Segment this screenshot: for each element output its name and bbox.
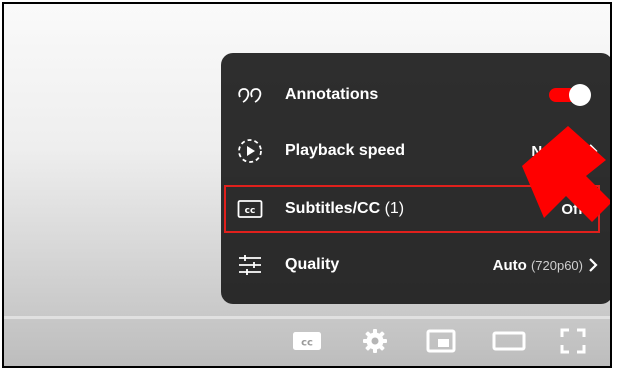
player-frame: Annotations Playback speed Normal cc Sub… [2,2,612,368]
menu-item-annotations[interactable]: Annotations [221,67,610,123]
quality-label: Quality [285,256,340,273]
theater-mode-icon [492,331,526,351]
subtitles-button[interactable]: cc [290,326,324,356]
quality-value: Auto (720p60) [492,256,583,274]
fullscreen-icon [560,328,586,354]
menu-item-quality[interactable]: Quality Auto (720p60) [221,237,610,293]
playback-speed-label: Playback speed [285,142,406,159]
chevron-right-icon [589,144,598,158]
subtitles-cc-icon: cc [233,192,267,226]
subtitles-icon: cc [293,332,321,350]
quality-sliders-icon [233,248,267,282]
annotations-label: Annotations [285,86,379,103]
subtitles-label: Subtitles/CC (1) [285,200,405,217]
subtitles-value: Off [561,200,583,218]
player-controls: cc [4,316,610,366]
svg-text:cc: cc [301,338,313,349]
menu-item-playback-speed[interactable]: Playback speed Normal [221,123,610,179]
annotations-toggle[interactable] [547,83,593,107]
miniplayer-button[interactable] [424,326,458,356]
quality-resolution: (720p60) [530,257,583,273]
settings-button[interactable] [358,326,392,356]
svg-text:cc: cc [245,206,256,216]
fullscreen-button[interactable] [556,326,590,356]
theater-mode-button[interactable] [492,326,526,356]
playback-speed-icon [233,134,267,168]
annotations-icon [233,78,267,112]
settings-gear-icon [363,329,387,353]
chevron-right-icon [589,258,598,272]
subtitles-track-count: (1) [384,200,405,217]
settings-menu: Annotations Playback speed Normal cc Sub… [221,53,610,304]
menu-item-subtitles[interactable]: cc Subtitles/CC (1) Off [221,181,610,237]
playback-speed-value: Normal [531,142,583,160]
chevron-right-icon [589,202,598,216]
miniplayer-icon [426,329,456,353]
